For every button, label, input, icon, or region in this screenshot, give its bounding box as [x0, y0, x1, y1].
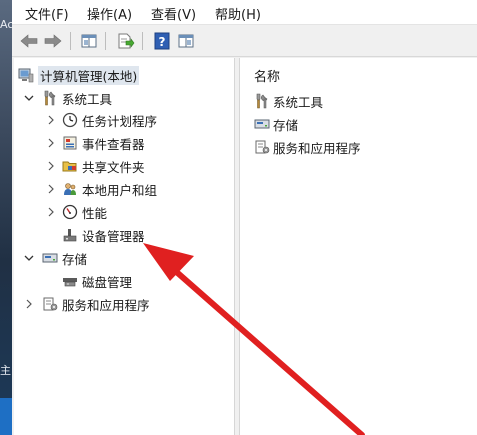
- tree-item-storage[interactable]: 存储: [24, 248, 87, 268]
- chevron-down-icon[interactable]: [24, 253, 34, 263]
- system-tools-icon: [44, 90, 56, 106]
- tree-item-task-scheduler[interactable]: 任务计划程序: [46, 110, 157, 130]
- tree-item-label: 服务和应用程序: [62, 297, 150, 313]
- menu-action[interactable]: 操作(A): [87, 4, 132, 23]
- content-pane: 名称 系统工具 存储 服务和应用程序: [240, 58, 477, 435]
- tree-item-label: 共享文件夹: [82, 159, 145, 175]
- services-icon: [255, 140, 270, 154]
- menu-help[interactable]: 帮助(H): [215, 4, 261, 23]
- tree-item-label: 存储: [62, 251, 88, 267]
- tree-item-label: 任务计划程序: [82, 113, 158, 129]
- tree-root-label: 计算机管理(本地): [38, 65, 140, 85]
- desktop-text-fragment: 主: [0, 364, 11, 377]
- tree-item-label: 设备管理器: [82, 228, 145, 244]
- users-icon: [64, 183, 76, 195]
- tree-item-label: 本地用户和组: [82, 182, 158, 198]
- storage-icon: [254, 119, 270, 129]
- svg-text:?: ?: [159, 35, 166, 49]
- services-icon: [43, 297, 58, 311]
- system-tools-icon: [256, 93, 268, 109]
- tree-item-device-manager[interactable]: 设备管理器: [62, 225, 145, 245]
- menu-bar: 文件(F) 操作(A) 查看(V) 帮助(H): [12, 0, 477, 25]
- tree-item-services-applications[interactable]: 服务和应用程序: [24, 294, 150, 314]
- performance-gauge-icon: [62, 204, 78, 220]
- toolbar-separator: [105, 32, 106, 50]
- list-item-system-tools[interactable]: 系统工具: [254, 91, 323, 111]
- forward-button[interactable]: [42, 30, 64, 52]
- device-manager-icon: [63, 229, 77, 242]
- shared-folder-icon: [62, 161, 77, 172]
- list-item-label: 系统工具: [273, 94, 324, 110]
- chevron-right-icon[interactable]: [46, 138, 56, 148]
- chevron-right-icon[interactable]: [46, 184, 56, 194]
- show-hide-action-pane-button[interactable]: [175, 30, 197, 52]
- forward-arrow-icon: [44, 34, 62, 48]
- toolbar-separator: [142, 32, 143, 50]
- tree-item-system-tools[interactable]: 系统工具: [24, 88, 112, 108]
- tree-root[interactable]: 计算机管理(本地): [18, 65, 140, 85]
- tree-item-label: 性能: [82, 205, 108, 221]
- tree-item-label: 系统工具: [62, 91, 113, 107]
- computer-management-icon: [18, 68, 34, 83]
- chevron-right-icon[interactable]: [46, 115, 56, 125]
- tree-item-disk-management[interactable]: 磁盘管理: [62, 271, 132, 291]
- chevron-down-icon[interactable]: [24, 93, 34, 103]
- desktop-background: Ac 主: [0, 0, 13, 435]
- help-button[interactable]: ?: [151, 30, 173, 52]
- export-list-button[interactable]: [115, 30, 137, 52]
- help-icon: ?: [154, 32, 170, 50]
- export-list-icon: [118, 33, 135, 49]
- storage-icon: [42, 253, 58, 263]
- event-viewer-icon: [63, 136, 77, 150]
- back-button[interactable]: [18, 30, 40, 52]
- disk-management-icon: [63, 278, 77, 287]
- clock-icon: [62, 112, 78, 128]
- list-item-storage[interactable]: 存储: [254, 114, 298, 134]
- toolbar-separator: [70, 32, 71, 50]
- toolbar: ?: [12, 26, 477, 57]
- tree-item-performance[interactable]: 性能: [46, 202, 107, 222]
- chevron-right-icon[interactable]: [24, 299, 34, 309]
- menu-file[interactable]: 文件(F): [25, 4, 69, 23]
- list-item-label: 存储: [273, 117, 299, 133]
- column-header-name[interactable]: 名称: [254, 66, 280, 85]
- back-arrow-icon: [20, 34, 38, 48]
- chevron-right-icon[interactable]: [46, 207, 56, 217]
- tree-item-label: 磁盘管理: [82, 274, 133, 290]
- menu-view[interactable]: 查看(V): [151, 4, 196, 23]
- list-item-label: 服务和应用程序: [273, 140, 361, 156]
- console-tree-pane: 计算机管理(本地) 系统工具 任务计划程序 事件查看器 共享文件夹 本地用户和组…: [14, 58, 235, 435]
- tree-item-local-users-groups[interactable]: 本地用户和组: [46, 179, 157, 199]
- list-item-services-applications[interactable]: 服务和应用程序: [254, 137, 361, 157]
- taskbar-fragment: [0, 398, 12, 435]
- show-hide-action-pane-icon: [178, 34, 194, 48]
- show-hide-tree-button[interactable]: [78, 30, 100, 52]
- show-hide-console-tree-icon: [81, 34, 97, 48]
- computer-management-window: 文件(F) 操作(A) 查看(V) 帮助(H) ? 计算机管理(本地) 系统工具…: [12, 0, 477, 435]
- chevron-right-icon[interactable]: [46, 161, 56, 171]
- tree-item-label: 事件查看器: [82, 136, 145, 152]
- tree-item-event-viewer[interactable]: 事件查看器: [46, 133, 145, 153]
- tree-item-shared-folders[interactable]: 共享文件夹: [46, 156, 145, 176]
